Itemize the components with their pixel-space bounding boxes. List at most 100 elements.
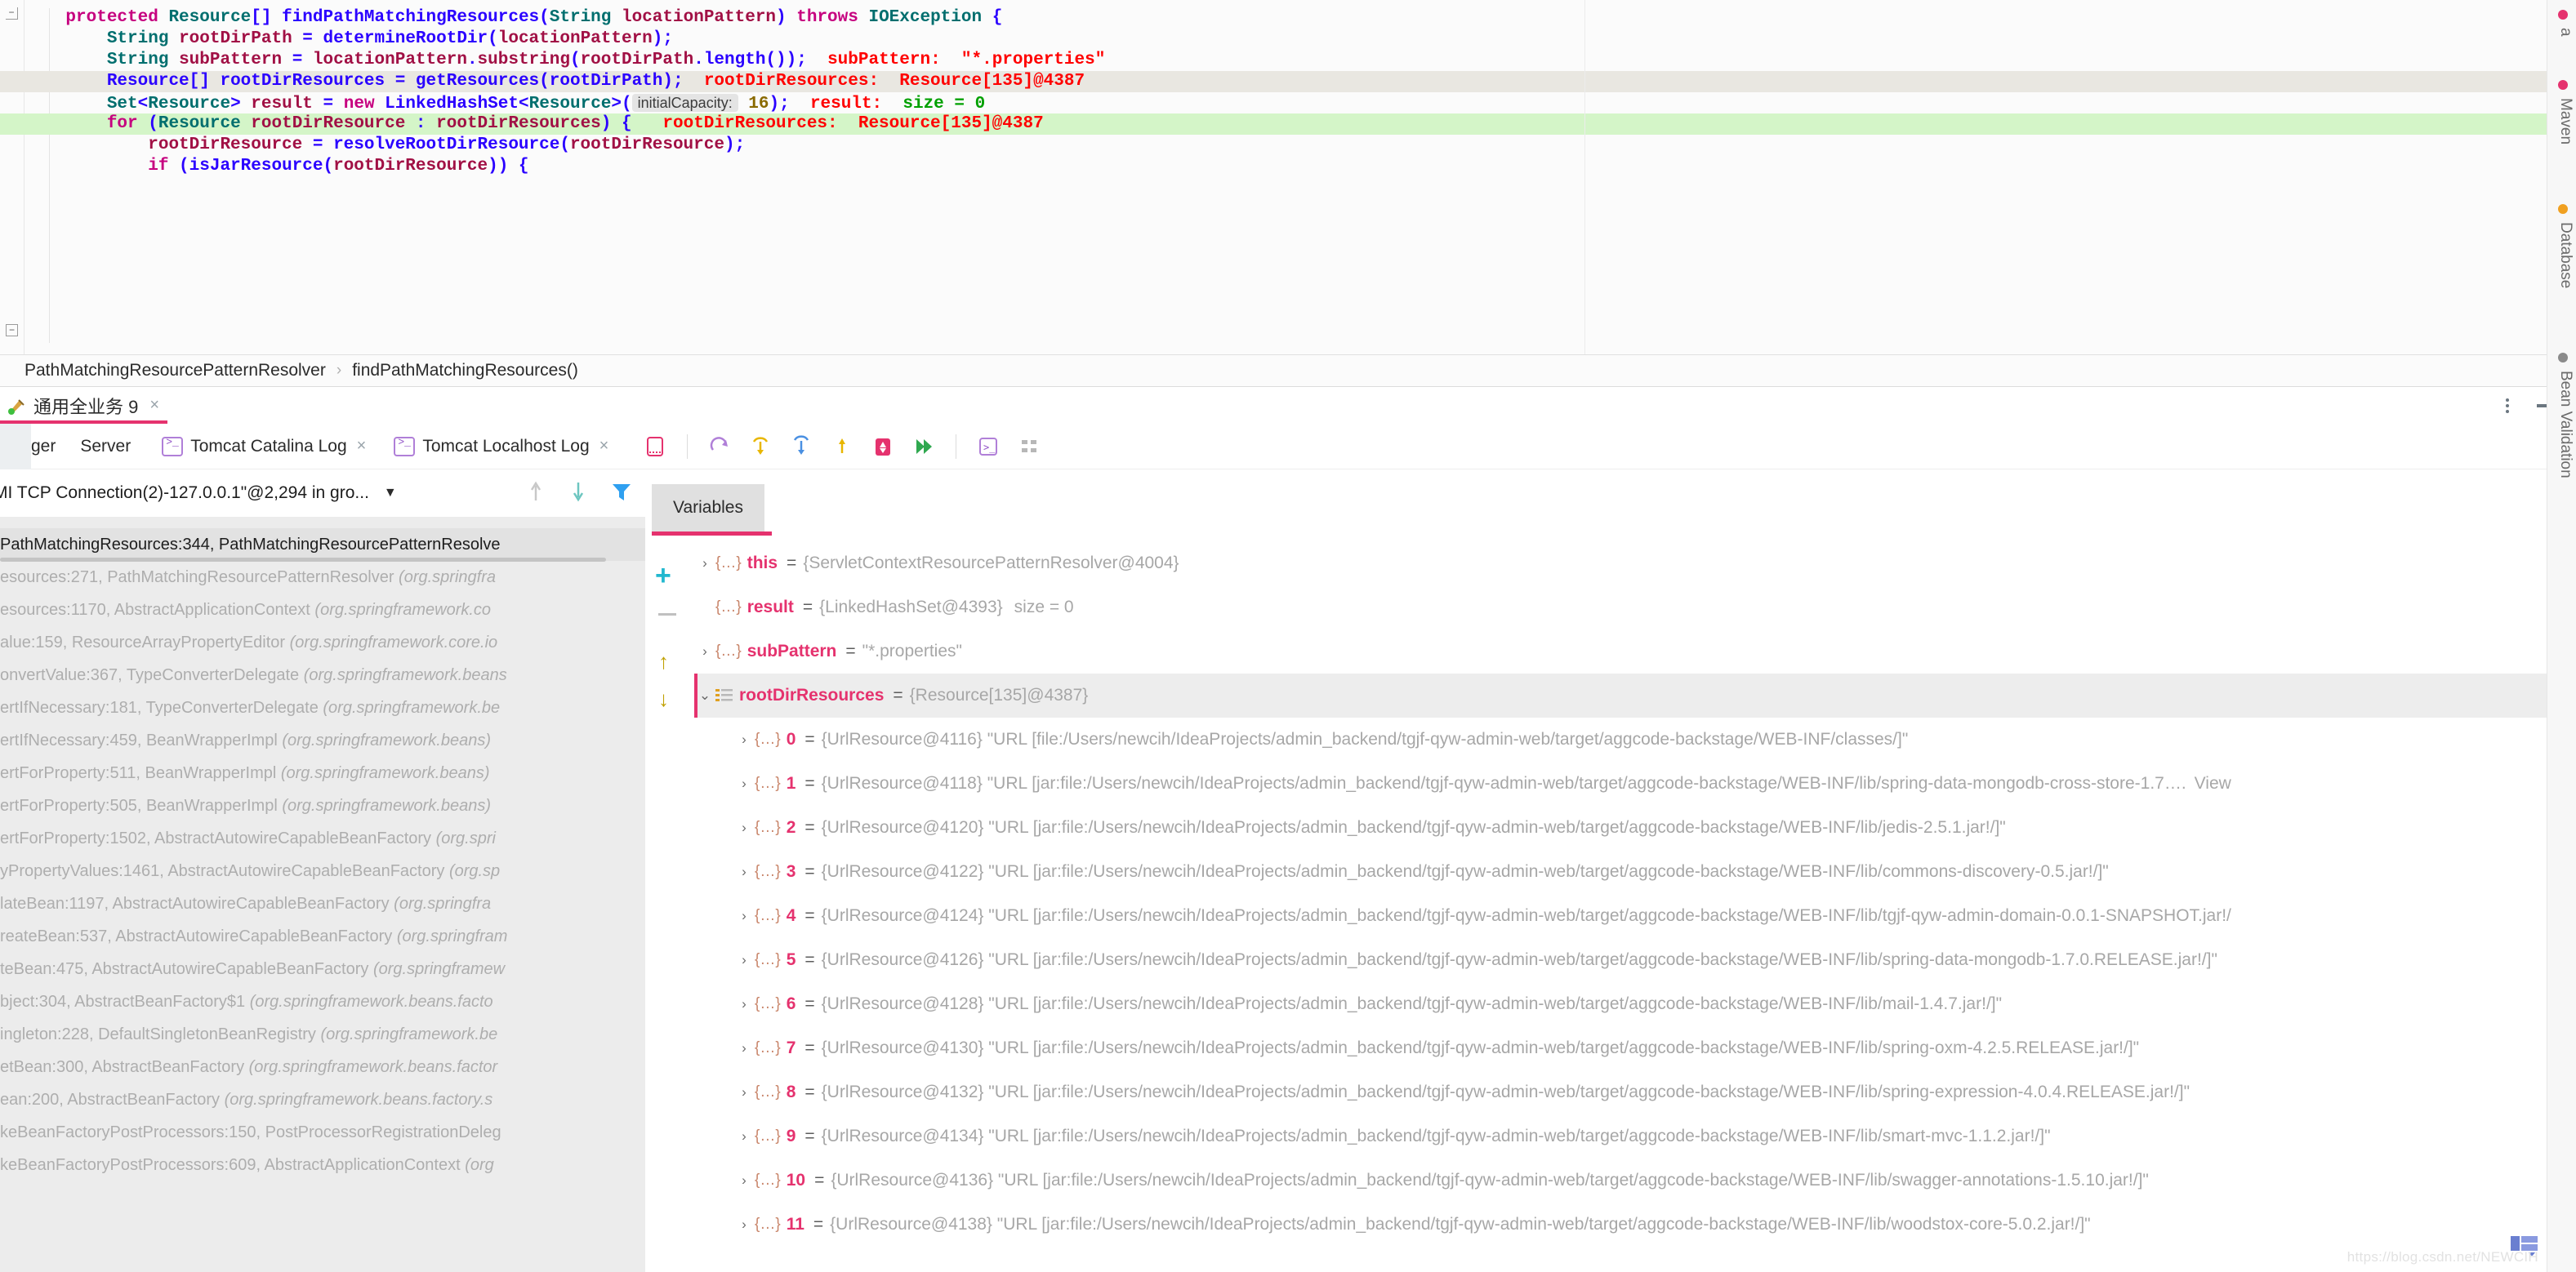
more-actions-icon[interactable] (2506, 398, 2509, 413)
chevron-right-icon[interactable]: › (733, 864, 755, 880)
step-over-icon[interactable] (746, 432, 775, 461)
chevron-down-icon[interactable]: ⌄ (694, 687, 715, 704)
code-line[interactable]: String subPattern = locationPattern.subs… (25, 50, 2576, 71)
call-stack-frame[interactable]: ean:200, AbstractBeanFactory (org.spring… (0, 1083, 645, 1116)
variable-row[interactable]: › {…} 2 = {UrlResource@4120} "URL [jar:file:… (694, 806, 2576, 850)
call-stack-frame[interactable]: lateBean:1197, AbstractAutowireCapableBe… (0, 887, 645, 920)
variables-tree[interactable]: › {…} this = {ServletContextResourcePatternR… (645, 541, 2576, 1272)
rail-tab[interactable]: Maven (2556, 78, 2574, 145)
variable-row[interactable]: › {…} 11 = {UrlResource@4138} "URL [jar:file… (694, 1203, 2576, 1247)
chevron-right-icon[interactable]: › (733, 1172, 755, 1189)
mute-breakpoints-icon[interactable] (640, 432, 670, 461)
close-icon[interactable]: × (599, 437, 609, 456)
chevron-right-icon[interactable]: › (733, 908, 755, 924)
breadcrumb-method[interactable]: findPathMatchingResources() (352, 361, 578, 380)
variable-row[interactable]: › {…} 10 = {UrlResource@4136} "URL [jar:file… (694, 1159, 2576, 1203)
breadcrumb-class[interactable]: PathMatchingResourcePatternResolver (25, 361, 326, 380)
close-icon[interactable]: × (357, 437, 367, 456)
editor-gutter[interactable] (0, 0, 25, 354)
call-stack-frame[interactable]: teBean:475, AbstractAutowireCapableBeanF… (0, 953, 645, 985)
frames-horizontal-scrollbar[interactable] (0, 558, 606, 562)
chevron-right-icon[interactable]: › (694, 555, 715, 572)
show-execution-point-icon[interactable] (705, 432, 734, 461)
call-stack-list[interactable]: PathMatchingResources:344, PathMatchingR… (0, 517, 645, 1272)
chevron-right-icon[interactable]: › (733, 820, 755, 836)
frames-down-icon[interactable] (567, 479, 590, 508)
call-stack-frame[interactable]: ertForProperty:1502, AbstractAutowireCap… (0, 822, 645, 855)
filter-frames-icon[interactable] (609, 479, 634, 508)
variable-row[interactable]: › {…} 9 = {UrlResource@4134} "URL [jar:file:… (694, 1114, 2576, 1159)
tab-variables[interactable]: Variables (652, 484, 764, 531)
variable-row[interactable]: › {…} 7 = {UrlResource@4130} "URL [jar:file:… (694, 1026, 2576, 1070)
chevron-right-icon[interactable]: › (733, 732, 755, 748)
chevron-down-icon[interactable]: ▼ (384, 486, 397, 500)
chevron-right-icon[interactable]: › (733, 1084, 755, 1101)
force-step-into-icon[interactable] (868, 432, 898, 461)
call-stack-frame[interactable]: onvertValue:367, TypeConverterDelegate (… (0, 659, 645, 692)
variable-row[interactable]: › {…} 5 = {UrlResource@4126} "URL [jar:file:… (694, 938, 2576, 982)
variable-row[interactable]: › {…} 6 = {UrlResource@4128} "URL [jar:file:… (694, 982, 2576, 1026)
call-stack-frame[interactable]: ingleton:228, DefaultSingletonBeanRegist… (0, 1018, 645, 1051)
call-stack-frame[interactable]: keBeanFactoryPostProcessors:609, Abstrac… (0, 1149, 645, 1181)
variable-row[interactable]: {…} result = {LinkedHashSet@4393} size = 0 (694, 585, 2576, 629)
call-stack-frame[interactable]: keBeanFactoryPostProcessors:150, PostPro… (0, 1116, 645, 1149)
code-editor[interactable]: − − protected Resource[] findPathMatchin… (0, 0, 2576, 354)
breadcrumb[interactable]: PathMatchingResourcePatternResolver › fi… (0, 354, 2576, 387)
code-token: ( (559, 136, 570, 154)
settings-icon[interactable] (1014, 432, 1044, 461)
call-stack-frame[interactable]: reateBean:537, AbstractAutowireCapableBe… (0, 920, 645, 953)
variable-row[interactable]: › {…} 8 = {UrlResource@4132} "URL [jar:file:… (694, 1070, 2576, 1114)
chevron-right-icon[interactable]: › (733, 1216, 755, 1233)
debugger-tab-server[interactable]: Server (80, 437, 131, 456)
variable-row[interactable]: › {…} 1 = {UrlResource@4118} "URL [jar:file:… (694, 762, 2576, 806)
call-stack-frame[interactable]: ertIfNecessary:459, BeanWrapperImpl (org… (0, 724, 645, 757)
call-stack-frame[interactable]: bject:304, AbstractBeanFactory$1 (org.sp… (0, 985, 645, 1018)
code-line[interactable]: for (Resource rootDirResource : rootDirR… (25, 113, 2576, 135)
variable-row[interactable]: ⌄ rootDirResources = {Resource[135]@4387} (694, 674, 2576, 718)
chevron-right-icon[interactable]: › (733, 1040, 755, 1056)
code-fold-icon[interactable]: − (6, 7, 18, 20)
call-stack-frame[interactable]: yPropertyValues:1461, AbstractAutowireCa… (0, 855, 645, 887)
rail-tab[interactable]: Database (2556, 202, 2574, 288)
variable-row[interactable]: › {…} 3 = {UrlResource@4122} "URL [jar:file:… (694, 850, 2576, 894)
chevron-right-icon[interactable]: › (694, 643, 715, 660)
variable-row[interactable]: › {…} 0 = {UrlResource@4116} "URL [file:/Use… (694, 718, 2576, 762)
chevron-right-icon[interactable]: › (733, 1128, 755, 1145)
debugger-tab-catalina-log[interactable]: Tomcat Catalina Log × (162, 436, 367, 456)
variable-name: 7 (786, 1039, 796, 1057)
variable-row[interactable]: › {…} subPattern = "*.properties" (694, 629, 2576, 674)
chevron-right-icon[interactable]: › (733, 996, 755, 1012)
call-stack-frame[interactable]: esources:271, PathMatchingResourcePatter… (0, 561, 645, 594)
call-stack-frame[interactable]: esources:1170, AbstractApplicationContex… (0, 594, 645, 626)
call-stack-frame[interactable]: PathMatchingResources:344, PathMatchingR… (0, 528, 645, 561)
call-stack-frame[interactable]: ertForProperty:511, BeanWrapperImpl (org… (0, 757, 645, 789)
variable-row[interactable]: › {…} this = {ServletContextResourcePatternR… (694, 541, 2576, 585)
call-stack-frame[interactable]: etBean:300, AbstractBeanFactory (org.spr… (0, 1051, 645, 1083)
evaluate-expression-icon[interactable]: >_ (974, 432, 1003, 461)
call-stack-frame[interactable]: ertForProperty:505, BeanWrapperImpl (org… (0, 789, 645, 822)
call-stack-frame[interactable]: ertIfNecessary:181, TypeConverterDelegat… (0, 692, 645, 724)
chevron-right-icon[interactable]: › (733, 952, 755, 968)
view-value-link[interactable]: View (2195, 774, 2231, 794)
code-line[interactable]: Resource[] rootDirResources = getResourc… (25, 71, 2576, 92)
step-into-icon[interactable] (787, 432, 816, 461)
code-line[interactable]: if (isJarResource(rootDirResource)) { (25, 156, 2576, 177)
rail-tab[interactable]: Bean Validation (2556, 351, 2574, 478)
chevron-right-icon[interactable]: › (733, 776, 755, 792)
variable-row[interactable]: › {…} 4 = {UrlResource@4124} "URL [jar:file:… (694, 894, 2576, 938)
frames-up-icon[interactable] (524, 479, 547, 508)
debugger-tab-ger[interactable]: ger (31, 437, 56, 456)
debugger-tab-localhost-log[interactable]: Tomcat Localhost Log × (394, 436, 609, 456)
thread-selector[interactable]: MI TCP Connection(2)-127.0.0.1"@2,294 in… (0, 483, 369, 503)
code-line[interactable]: Set<Resource> result = new LinkedHashSet… (25, 92, 2576, 113)
step-out-icon[interactable] (827, 432, 857, 461)
close-icon[interactable]: × (149, 396, 159, 415)
call-stack-frame[interactable]: alue:159, ResourceArrayPropertyEditor (o… (0, 626, 645, 659)
code-fold-icon[interactable]: − (6, 324, 18, 336)
code-line[interactable]: protected Resource[] findPathMatchingRes… (25, 7, 2576, 29)
debug-session-tab[interactable]: 通用全业务 9 × (0, 387, 168, 424)
code-line[interactable]: String rootDirPath = determineRootDir(lo… (25, 29, 2576, 50)
rail-tab[interactable]: a (2556, 8, 2574, 37)
resume-program-icon[interactable] (909, 432, 938, 461)
code-line[interactable]: rootDirResource = resolveRootDirResource… (25, 135, 2576, 156)
